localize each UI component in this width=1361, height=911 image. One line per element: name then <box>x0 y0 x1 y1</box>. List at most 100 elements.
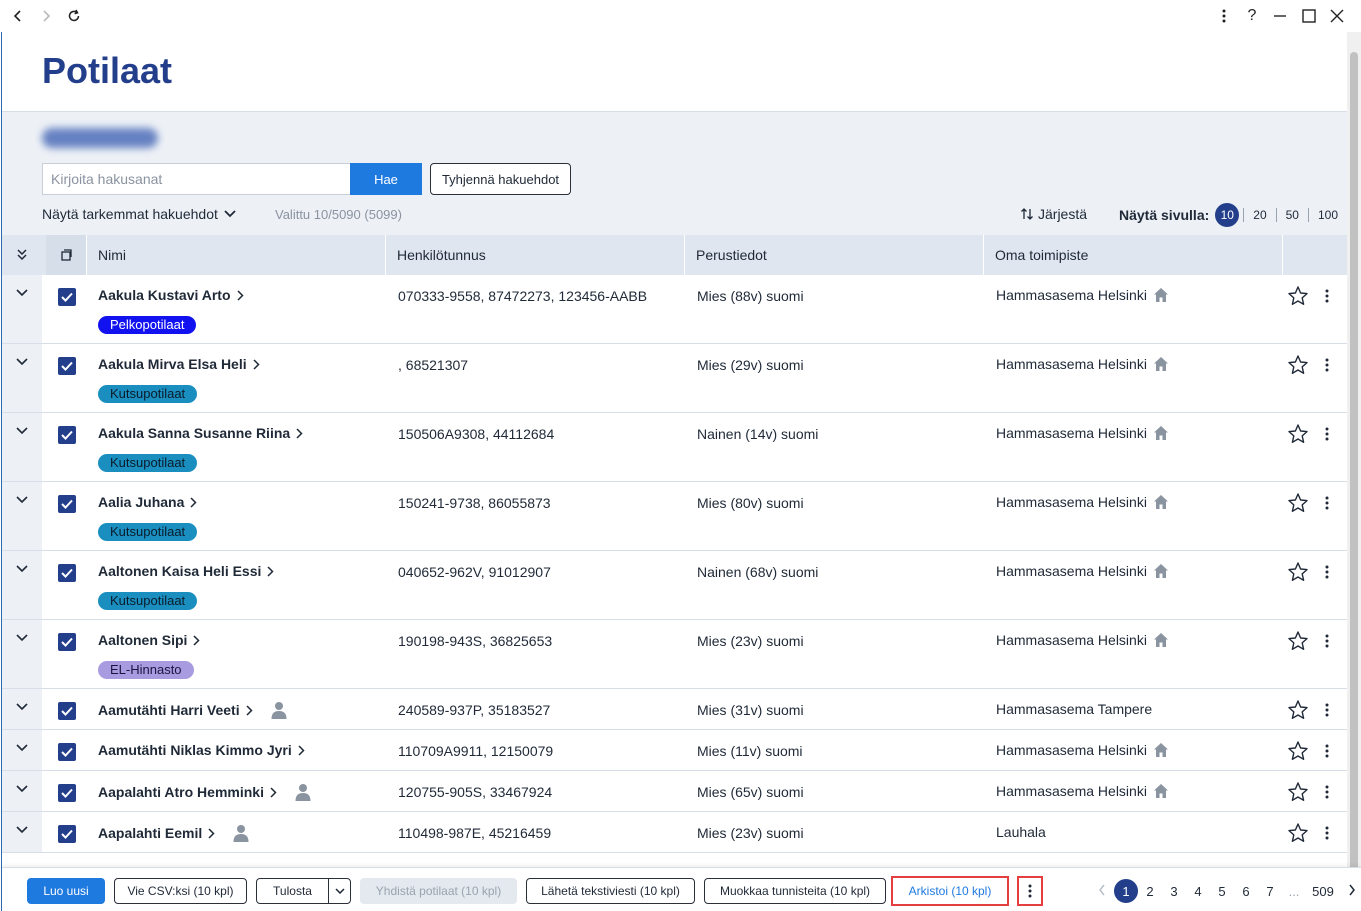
next-page-icon[interactable] <box>1340 884 1361 899</box>
merge-patients-button[interactable]: Yhdistä potilaat (10 kpl) <box>360 878 517 904</box>
table-row[interactable]: Aakula Mirva Elsa Heli Kutsupotilaat , 685… <box>2 344 1347 413</box>
row-expand-button[interactable] <box>2 771 42 811</box>
row-checkbox[interactable] <box>58 495 76 513</box>
help-icon[interactable]: ? <box>1240 4 1264 28</box>
minimize-icon[interactable] <box>1268 4 1292 28</box>
patient-name-link[interactable]: Aamutähti Niklas Kimmo Jyri <box>98 742 305 758</box>
row-kebab-menu-icon[interactable] <box>1320 424 1334 444</box>
close-icon[interactable] <box>1325 4 1349 28</box>
row-checkbox[interactable] <box>58 288 76 306</box>
patient-name-link[interactable]: Aaltonen Sipi <box>98 632 201 648</box>
table-row[interactable]: Aapalahti Eemil 110498-987E, 45216459 Mies… <box>2 812 1347 853</box>
previous-page-icon[interactable] <box>1090 884 1114 899</box>
edit-tags-button[interactable]: Muokkaa tunnisteita (10 kpl) <box>704 878 886 904</box>
row-checkbox[interactable] <box>58 426 76 444</box>
row-checkbox[interactable] <box>58 702 76 720</box>
vertical-scrollbar[interactable] <box>1347 32 1361 872</box>
favorite-star-icon[interactable] <box>1287 699 1309 721</box>
patient-name-link[interactable]: Aakula Mirva Elsa Heli <box>98 356 260 372</box>
kebab-menu-icon[interactable] <box>1212 4 1236 28</box>
row-expand-button[interactable] <box>2 620 42 688</box>
row-expand-button[interactable] <box>2 730 42 770</box>
page-7-link[interactable]: 7 <box>1258 884 1282 899</box>
last-page-link[interactable]: 509 <box>1306 884 1340 899</box>
select-all-button[interactable] <box>46 235 86 275</box>
row-kebab-menu-icon[interactable] <box>1320 286 1334 306</box>
row-checkbox[interactable] <box>58 357 76 375</box>
per-page-option-10[interactable]: 10 <box>1215 203 1243 227</box>
print-button[interactable]: Tulosta <box>256 878 329 904</box>
row-kebab-menu-icon[interactable] <box>1320 562 1334 582</box>
export-csv-button[interactable]: Vie CSV:ksi (10 kpl) <box>114 878 247 904</box>
table-row[interactable]: Aakula Sanna Susanne Riina Kutsupotilaat 1… <box>2 413 1347 482</box>
scrollbar-thumb[interactable] <box>1350 52 1358 872</box>
back-icon[interactable] <box>6 4 30 28</box>
table-row[interactable]: Aapalahti Atro Hemminki 120755-905S, 3346… <box>2 771 1347 812</box>
patient-name-link[interactable]: Aakula Kustavi Arto <box>98 287 244 303</box>
row-expand-button[interactable] <box>2 551 42 619</box>
create-new-button[interactable]: Luo uusi <box>27 878 105 904</box>
row-checkbox[interactable] <box>58 784 76 802</box>
favorite-star-icon[interactable] <box>1287 285 1309 307</box>
row-checkbox[interactable] <box>58 633 76 651</box>
row-kebab-menu-icon[interactable] <box>1320 355 1334 375</box>
row-kebab-menu-icon[interactable] <box>1320 782 1334 802</box>
send-sms-button[interactable]: Lähetä tekstiviesti (10 kpl) <box>526 878 695 904</box>
table-row[interactable]: Aaltonen Kaisa Heli Essi Kutsupotilaat 040… <box>2 551 1347 620</box>
row-checkbox[interactable] <box>58 564 76 582</box>
favorite-star-icon[interactable] <box>1287 423 1309 445</box>
column-header-info[interactable]: Perustiedot <box>684 235 983 275</box>
favorite-star-icon[interactable] <box>1287 492 1309 514</box>
per-page-option-100[interactable]: 100 <box>1307 208 1347 222</box>
search-input[interactable] <box>42 163 350 195</box>
page-1-link[interactable]: 1 <box>1114 879 1138 903</box>
row-kebab-menu-icon[interactable] <box>1320 823 1334 843</box>
maximize-icon[interactable] <box>1297 4 1321 28</box>
page-6-link[interactable]: 6 <box>1234 884 1258 899</box>
advanced-filters-toggle[interactable]: Näytä tarkemmat hakuehdot <box>42 206 236 222</box>
table-row[interactable]: Aakula Kustavi Arto Pelkopotilaat 070333-9… <box>2 275 1347 344</box>
table-row[interactable]: Aamutähti Harri Veeti 240589-937P, 351835… <box>2 689 1347 730</box>
forward-icon[interactable] <box>34 4 58 28</box>
row-expand-button[interactable] <box>2 482 42 550</box>
row-expand-button[interactable] <box>2 689 42 729</box>
patient-name-link[interactable]: Aapalahti Atro Hemminki <box>98 783 311 801</box>
page-2-link[interactable]: 2 <box>1138 884 1162 899</box>
page-3-link[interactable]: 3 <box>1162 884 1186 899</box>
table-row[interactable]: Aalia Juhana Kutsupotilaat 150241-9738, 86… <box>2 482 1347 551</box>
per-page-option-50[interactable]: 50 <box>1275 208 1308 222</box>
archive-button[interactable]: Arkistoi (10 kpl) <box>891 876 1009 906</box>
row-kebab-menu-icon[interactable] <box>1320 493 1334 513</box>
row-kebab-menu-icon[interactable] <box>1320 631 1334 651</box>
row-expand-button[interactable] <box>2 812 42 852</box>
row-kebab-menu-icon[interactable] <box>1320 700 1334 720</box>
column-header-name[interactable]: Nimi <box>86 235 385 275</box>
favorite-star-icon[interactable] <box>1287 630 1309 652</box>
page-4-link[interactable]: 4 <box>1186 884 1210 899</box>
row-expand-button[interactable] <box>2 413 42 481</box>
clear-filters-button[interactable]: Tyhjennä hakuehdot <box>430 163 571 195</box>
reload-icon[interactable] <box>62 4 86 28</box>
row-expand-button[interactable] <box>2 344 42 412</box>
patient-name-link[interactable]: Aamutähti Harri Veeti <box>98 701 287 719</box>
row-kebab-menu-icon[interactable] <box>1320 741 1334 761</box>
search-button[interactable]: Hae <box>350 163 422 195</box>
patient-name-link[interactable]: Aapalahti Eemil <box>98 824 249 842</box>
row-expand-button[interactable] <box>2 275 42 343</box>
favorite-star-icon[interactable] <box>1287 354 1309 376</box>
sort-button[interactable]: Järjestä <box>1020 206 1087 222</box>
row-checkbox[interactable] <box>58 743 76 761</box>
favorite-star-icon[interactable] <box>1287 781 1309 803</box>
favorite-star-icon[interactable] <box>1287 740 1309 762</box>
patient-name-link[interactable]: Aaltonen Kaisa Heli Essi <box>98 563 274 579</box>
more-actions-button[interactable] <box>1017 876 1043 906</box>
patient-name-link[interactable]: Aakula Sanna Susanne Riina <box>98 425 303 441</box>
print-options-button[interactable] <box>328 878 351 904</box>
patient-name-link[interactable]: Aalia Juhana <box>98 494 197 510</box>
row-checkbox[interactable] <box>58 825 76 843</box>
favorite-star-icon[interactable] <box>1287 822 1309 844</box>
page-5-link[interactable]: 5 <box>1210 884 1234 899</box>
column-header-ssn[interactable]: Henkilötunnus <box>385 235 684 275</box>
table-row[interactable]: Aamutähti Niklas Kimmo Jyri 110709A9911, … <box>2 730 1347 771</box>
column-header-office[interactable]: Oma toimipiste <box>983 235 1282 275</box>
